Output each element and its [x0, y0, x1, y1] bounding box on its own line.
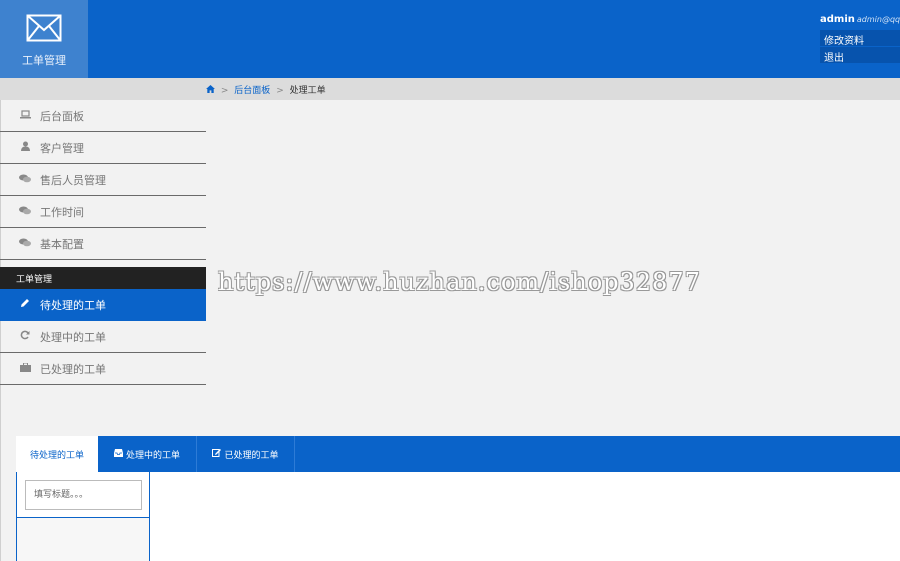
user-menu: 修改资料 退出 [820, 30, 900, 64]
sidebar-item-label: 已处理的工单 [40, 362, 106, 376]
search-wrapper [17, 472, 149, 518]
refresh-icon [18, 330, 32, 343]
user-panel: adminadmin@qq.c 修改资料 退出 [820, 14, 900, 64]
sidebar-item-label: 后台面板 [40, 109, 84, 123]
user-icon [18, 141, 32, 154]
sidebar-item-pending-tickets[interactable]: 待处理的工单 [0, 289, 206, 321]
tab-processed[interactable]: 已处理的工单 [197, 436, 295, 472]
comments-icon [18, 174, 32, 186]
breadcrumb-dashboard-link[interactable]: 后台面板 [234, 86, 270, 96]
sidebar-item-label: 售后人员管理 [40, 173, 106, 187]
sidebar-item-label: 工作时间 [40, 205, 84, 219]
ticket-list-panel [16, 472, 150, 561]
comments-icon [18, 206, 32, 218]
sidebar-item-work-hours[interactable]: 工作时间 [0, 196, 206, 228]
sidebar-item-processed-tickets[interactable]: 已处理的工单 [0, 353, 206, 385]
logout-link[interactable]: 退出 [820, 47, 900, 64]
tab-label: 待处理的工单 [29, 450, 84, 461]
sidebar-item-customers[interactable]: 客户管理 [0, 132, 206, 164]
home-icon[interactable] [206, 85, 218, 96]
tab-label: 已处理的工单 [224, 450, 279, 461]
breadcrumb-separator: > [220, 86, 229, 96]
pencil-icon [18, 298, 32, 311]
sidebar-item-settings[interactable]: 基本配置 [0, 228, 206, 260]
inbox-icon [113, 448, 123, 460]
breadcrumb-current: 处理工单 [289, 86, 326, 96]
tab-processing[interactable]: 处理中的工单 [98, 436, 197, 472]
laptop-icon [18, 109, 32, 122]
sidebar-item-label: 基本配置 [40, 237, 84, 251]
user-email: admin@qq.c [856, 15, 900, 24]
edit-icon [212, 448, 222, 460]
sidebar-item-label: 处理中的工单 [40, 330, 106, 344]
sidebar-item-label: 客户管理 [40, 141, 84, 155]
tab-label: 处理中的工单 [125, 450, 180, 461]
sidebar-item-dashboard[interactable]: 后台面板 [0, 100, 206, 132]
edit-profile-link[interactable]: 修改资料 [820, 30, 900, 47]
top-header: 工单管理 adminadmin@qq.c 修改资料 退出 [0, 0, 900, 78]
logo-text: 工单管理 [22, 54, 66, 67]
sidebar-item-label: 待处理的工单 [40, 298, 106, 312]
logo[interactable]: 工单管理 [0, 0, 88, 78]
comments-icon [18, 238, 32, 250]
user-name: admin [820, 14, 855, 25]
briefcase-icon [18, 362, 32, 375]
sidebar-item-support-staff[interactable]: 售后人员管理 [0, 164, 206, 196]
breadcrumb-separator: > [276, 86, 284, 96]
ticket-tabs: 待处理的工单 处理中的工单 已处理的工单 [16, 436, 900, 472]
tab-pending[interactable]: 待处理的工单 [16, 436, 98, 472]
breadcrumb: > 后台面板 > 处理工单 [0, 78, 900, 100]
sidebar: 后台面板 客户管理 售后人员管理 工作时间 基本配置 工单管理 待处理的工单 处… [0, 100, 206, 385]
envelope-icon [26, 14, 62, 42]
ticket-detail-area [150, 472, 900, 561]
user-info[interactable]: adminadmin@qq.c [820, 14, 900, 28]
sidebar-section-title: 工单管理 [0, 267, 206, 289]
watermark-text: https://www.huzhan.com/ishop32877 [218, 268, 701, 296]
title-search-input[interactable] [25, 480, 142, 510]
sidebar-item-processing-tickets[interactable]: 处理中的工单 [0, 321, 206, 353]
